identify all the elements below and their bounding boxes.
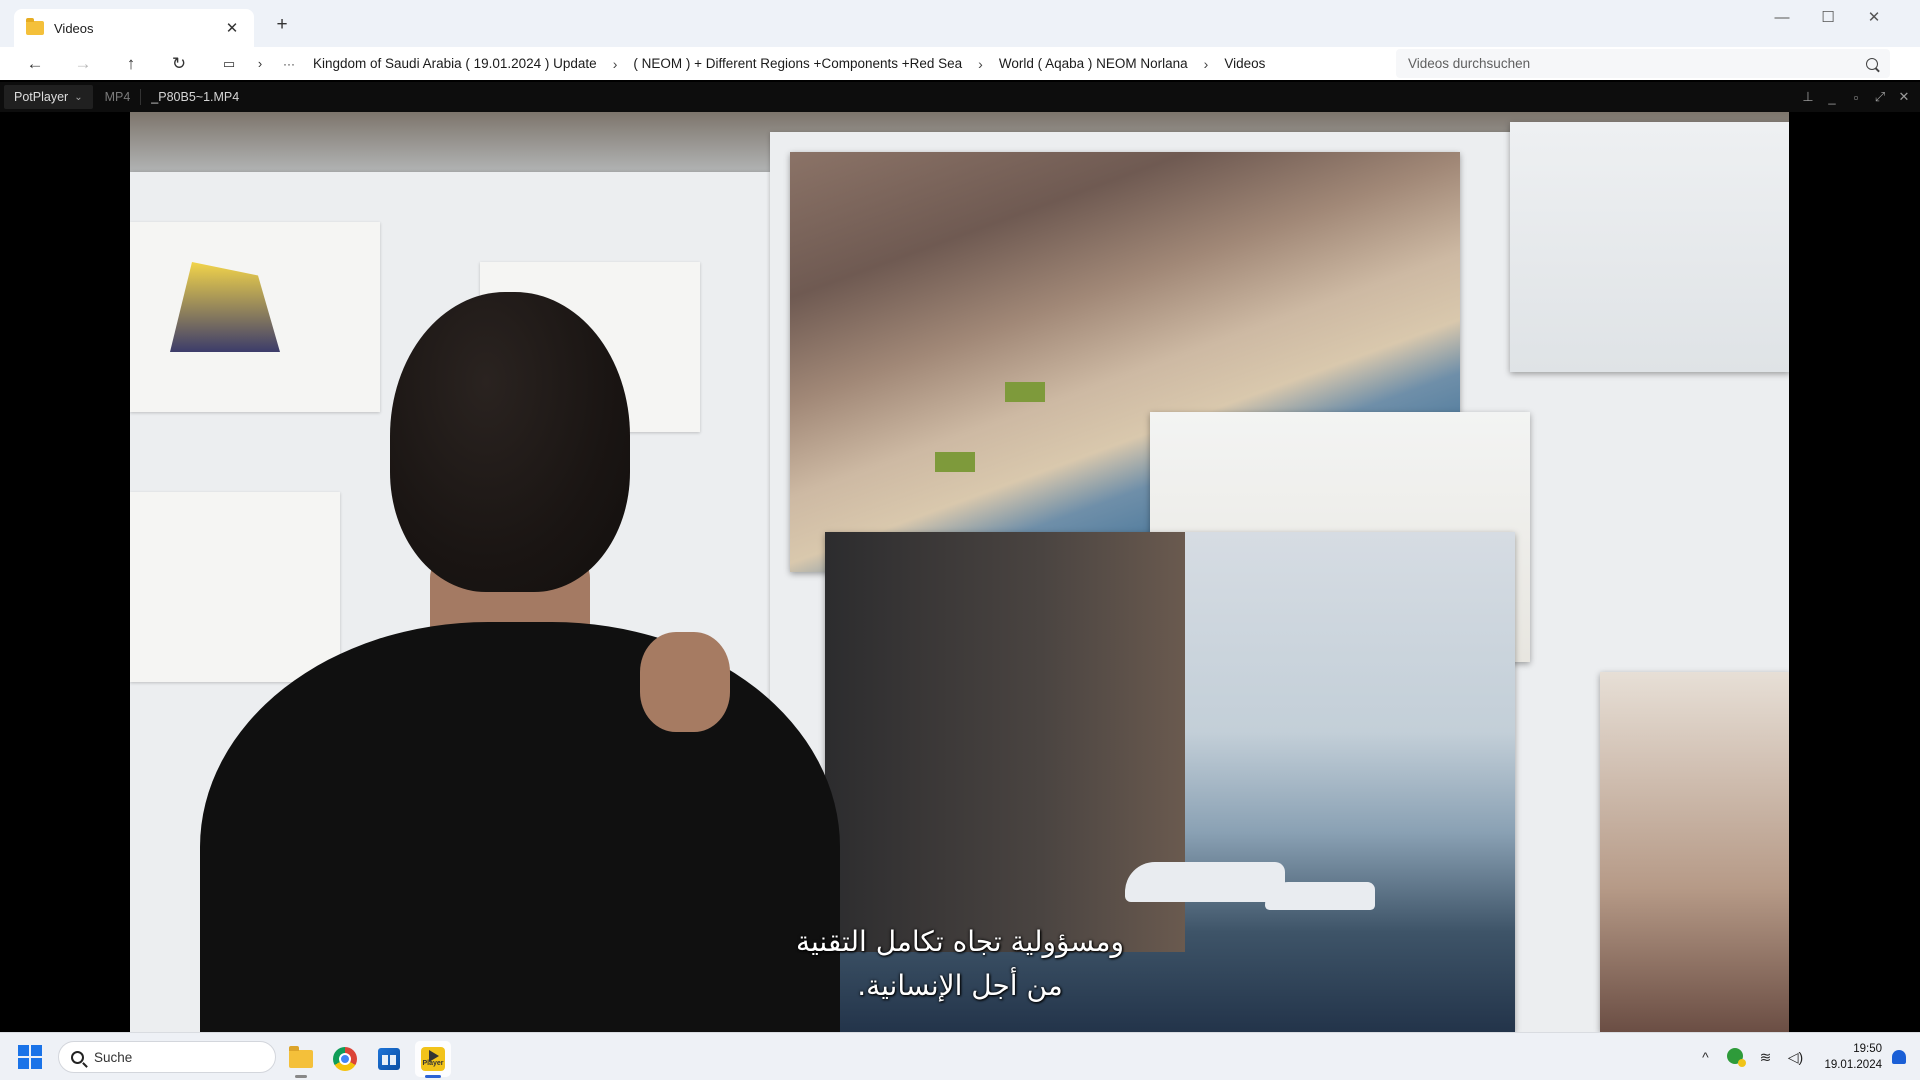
- monitor-icon[interactable]: ▭: [214, 51, 244, 77]
- up-button[interactable]: ↑: [116, 51, 146, 77]
- breadcrumb-item[interactable]: ( NEOM ) + Different Regions +Components…: [623, 56, 972, 71]
- close-tab-button[interactable]: ✕: [222, 19, 242, 37]
- navigation-bar: ← → ↑ ↻ ▭ › ··· Kingdom of Saudi Arabia …: [0, 47, 1920, 80]
- close-button[interactable]: ✕: [1896, 89, 1912, 105]
- taskbar: Suche Player ^ ≋ ◁) 19:50 19.01.2024: [0, 1032, 1920, 1080]
- chevron-right-icon[interactable]: ›: [245, 51, 275, 77]
- potplayer-menu-button[interactable]: PotPlayer ⌄: [4, 85, 93, 109]
- maximize-button[interactable]: ▫: [1848, 90, 1864, 105]
- search-placeholder: Videos durchsuchen: [1408, 56, 1531, 71]
- video-frame: [130, 112, 1789, 1032]
- taskbar-file-explorer[interactable]: [283, 1041, 319, 1078]
- subtitle: ومسؤولية تجاه تكامل التقنية من أجل الإنس…: [0, 920, 1920, 1008]
- more-paths-button[interactable]: ···: [274, 51, 304, 77]
- close-window-button[interactable]: ✕: [1852, 4, 1896, 32]
- forward-button[interactable]: →: [68, 51, 98, 77]
- clock-time: 19:50: [1853, 1043, 1882, 1055]
- minimize-button[interactable]: _: [1824, 90, 1840, 105]
- pinned-paper: [1510, 122, 1789, 372]
- fullscreen-button[interactable]: ⤢: [1872, 89, 1888, 105]
- breadcrumb-item[interactable]: World ( Aqaba ) NEOM Norlana: [989, 56, 1198, 71]
- video-area[interactable]: ومسؤولية تجاه تكامل التقنية من أجل الإنس…: [0, 112, 1920, 1032]
- taskbar-chrome[interactable]: [327, 1041, 363, 1077]
- system-tray: ^ ≋ ◁) 19:50 19.01.2024: [1690, 1033, 1920, 1080]
- refresh-button[interactable]: ↻: [164, 51, 194, 77]
- file-name: _P80B5~1.MP4: [151, 90, 240, 104]
- head: [390, 292, 630, 592]
- yacht: [1125, 862, 1285, 902]
- windows-logo-icon: [31, 1058, 42, 1069]
- windows-logo-icon: [18, 1058, 29, 1069]
- player-window-controls: ⊥ _ ▫ ⤢ ✕: [1800, 82, 1912, 112]
- search-input[interactable]: Videos durchsuchen: [1396, 49, 1890, 78]
- minimize-button[interactable]: —: [1760, 4, 1804, 32]
- sports-field: [935, 452, 975, 472]
- file-explorer-window: Videos ✕ + — ☐ ✕ ← → ↑ ↻ ▭ › ··· Kingdom…: [0, 0, 1920, 80]
- breadcrumb-item[interactable]: Videos: [1214, 56, 1275, 71]
- chevron-right-icon[interactable]: ›: [607, 56, 624, 72]
- file-explorer-icon: [289, 1046, 313, 1068]
- search-icon[interactable]: [1866, 57, 1878, 70]
- breadcrumb: Kingdom of Saudi Arabia ( 19.01.2024 ) U…: [303, 47, 1275, 80]
- taskbar-store[interactable]: [371, 1041, 407, 1077]
- clock[interactable]: 19:50 19.01.2024: [1824, 1041, 1882, 1073]
- volume-icon[interactable]: ◁): [1784, 1049, 1806, 1066]
- subtitle-line-1: ومسؤولية تجاه تكامل التقنية: [795, 925, 1125, 958]
- potplayer-icon: Player: [421, 1047, 445, 1071]
- maximize-button[interactable]: ☐: [1806, 4, 1850, 32]
- back-button[interactable]: ←: [20, 51, 50, 77]
- sports-field: [1005, 382, 1045, 402]
- shield-icon: [1727, 1047, 1747, 1067]
- potplayer-title-bar: PotPlayer ⌄ MP4 _P80B5~1.MP4 ⊥ _ ▫ ⤢ ✕: [0, 82, 1920, 112]
- chevron-right-icon[interactable]: ›: [972, 56, 989, 72]
- tab-videos[interactable]: Videos ✕: [14, 9, 254, 47]
- yacht: [1265, 882, 1375, 910]
- active-indicator: [425, 1075, 441, 1078]
- taskbar-potplayer[interactable]: Player: [415, 1041, 451, 1078]
- taskbar-search[interactable]: Suche: [58, 1041, 276, 1073]
- folder-icon: [26, 18, 44, 35]
- tab-title: Videos: [54, 20, 94, 36]
- chevron-right-icon[interactable]: ›: [1198, 56, 1215, 72]
- tab-strip: Videos ✕ + — ☐ ✕: [0, 0, 1920, 47]
- start-button[interactable]: [18, 1045, 42, 1069]
- wifi-icon[interactable]: ≋: [1754, 1049, 1776, 1066]
- potplayer-menu-label: PotPlayer: [14, 90, 69, 104]
- notification-bell-icon[interactable]: [1892, 1050, 1906, 1064]
- new-tab-button[interactable]: +: [268, 12, 296, 38]
- chrome-icon: [333, 1047, 357, 1071]
- store-icon: [378, 1048, 400, 1070]
- chevron-down-icon: ⌄: [74, 91, 83, 103]
- windows-logo-icon: [18, 1045, 29, 1056]
- clock-date: 19.01.2024: [1824, 1059, 1882, 1071]
- subtitle-line-2: من أجل الإنسانية.: [857, 969, 1063, 1002]
- pin-icon[interactable]: ⊥: [1800, 89, 1816, 105]
- breadcrumb-item[interactable]: Kingdom of Saudi Arabia ( 19.01.2024 ) U…: [303, 56, 607, 71]
- search-icon: [71, 1050, 84, 1064]
- defender-icon[interactable]: [1724, 1047, 1747, 1067]
- hand: [640, 632, 730, 732]
- chevron-up-icon[interactable]: ^: [1690, 1049, 1720, 1065]
- windows-logo-icon: [31, 1045, 42, 1056]
- taskbar-search-placeholder: Suche: [94, 1049, 133, 1065]
- file-format-label: MP4: [104, 90, 131, 104]
- running-indicator: [295, 1075, 307, 1078]
- divider: [140, 89, 142, 105]
